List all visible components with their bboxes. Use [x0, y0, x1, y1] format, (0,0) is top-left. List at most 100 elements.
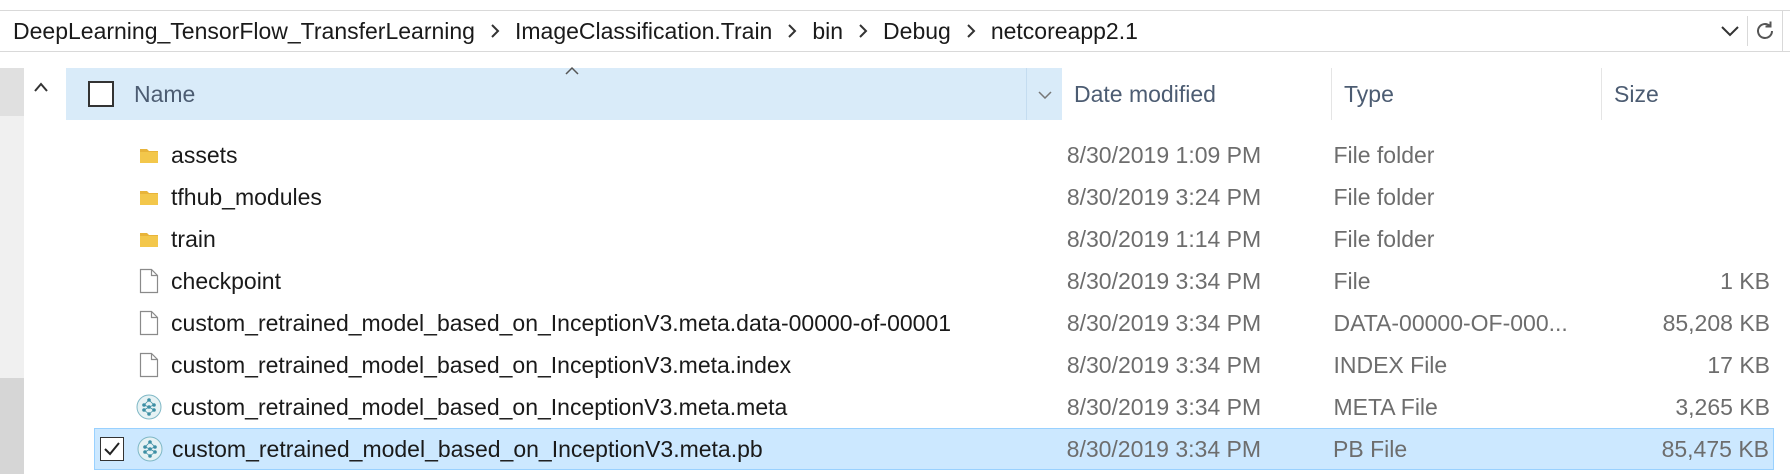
breadcrumb-separator[interactable] — [843, 11, 883, 51]
row-checkbox-slot[interactable] — [94, 176, 128, 218]
chevron-right-icon — [859, 24, 868, 38]
breadcrumb-separator[interactable] — [772, 11, 812, 51]
file-size: 17 KB — [1707, 351, 1770, 378]
file-date: 8/30/2019 3:34 PM — [1066, 267, 1262, 294]
file-name: checkpoint — [171, 267, 281, 294]
row-checkbox-slot[interactable] — [94, 260, 128, 302]
breadcrumb: DeepLearning_TensorFlow_TransferLearning… — [0, 11, 1713, 51]
file-row[interactable]: tfhub_modules 8/30/2019 3:24 PM File folde… — [94, 176, 1774, 218]
file-type: File folder — [1333, 225, 1435, 252]
file-icon — [140, 268, 159, 294]
row-checkbox-slot[interactable] — [94, 344, 128, 386]
collapse-button[interactable] — [28, 74, 54, 100]
file-type: DATA-00000-OF-000... — [1333, 309, 1568, 336]
file-name: custom_retrained_model_based_on_Inceptio… — [171, 435, 763, 462]
file-row[interactable]: assets 8/30/2019 1:09 PM File folder — [94, 134, 1774, 176]
column-header-date[interactable]: Date modified — [1062, 68, 1332, 120]
column-header-row: Name Date modified Type Size — [66, 66, 1778, 120]
file-date: 8/30/2019 1:09 PM — [1066, 141, 1262, 168]
search-box-edge[interactable] — [1782, 10, 1790, 52]
netron-icon — [137, 436, 163, 462]
file-name: custom_retrained_model_based_on_Inceptio… — [171, 351, 792, 378]
file-name: assets — [171, 141, 238, 168]
row-checkbox[interactable] — [99, 437, 124, 461]
file-type: File folder — [1333, 183, 1435, 210]
chevron-up-icon — [34, 82, 48, 92]
file-size: 1 KB — [1720, 267, 1770, 294]
file-type: File folder — [1333, 141, 1435, 168]
breadcrumb-item[interactable]: Debug — [883, 18, 951, 45]
chevron-down-icon — [1721, 26, 1739, 37]
column-size-label: Size — [1614, 80, 1659, 107]
row-icon — [128, 302, 171, 344]
file-type: PB File — [1333, 435, 1408, 462]
file-row[interactable]: custom_retrained_model_based_on_Inceptio… — [94, 302, 1774, 344]
breadcrumb-item[interactable]: DeepLearning_TensorFlow_TransferLearning — [13, 18, 475, 45]
file-name: custom_retrained_model_based_on_Inceptio… — [171, 393, 788, 420]
name-filter-dropdown[interactable] — [1026, 68, 1062, 120]
checkmark-icon — [104, 442, 120, 456]
row-icon — [128, 176, 171, 218]
column-type-label: Type — [1344, 80, 1394, 107]
folder-icon — [140, 191, 159, 205]
row-checkbox-slot[interactable] — [94, 218, 128, 260]
row-icon — [128, 134, 171, 176]
column-name-label: Name — [134, 80, 196, 107]
column-header-type[interactable]: Type — [1332, 68, 1602, 120]
file-size: 85,475 KB — [1661, 435, 1769, 462]
breadcrumb-separator[interactable] — [475, 11, 515, 51]
file-name: train — [171, 225, 216, 252]
folder-icon — [140, 233, 159, 247]
row-checkbox-slot[interactable] — [95, 429, 129, 469]
scrollbar-top — [0, 68, 24, 116]
file-size: 85,208 KB — [1662, 309, 1770, 336]
sort-ascending-icon — [565, 66, 579, 75]
breadcrumb-item[interactable]: bin — [812, 18, 843, 45]
breadcrumb-separator[interactable] — [951, 11, 991, 51]
scrollbar-thumb[interactable] — [0, 378, 24, 474]
refresh-button[interactable] — [1748, 11, 1782, 51]
row-icon — [128, 344, 171, 386]
chevron-right-icon — [491, 24, 500, 38]
file-row[interactable]: custom_retrained_model_based_on_Inceptio… — [94, 344, 1774, 386]
file-date: 8/30/2019 1:14 PM — [1066, 225, 1262, 252]
folder-icon — [140, 149, 159, 163]
row-icon — [128, 218, 171, 260]
navigation-pane-scrollbar[interactable] — [0, 68, 24, 474]
file-size: 3,265 KB — [1675, 393, 1770, 420]
chevron-down-icon — [1037, 90, 1052, 99]
file-name: tfhub_modules — [171, 183, 322, 210]
select-all-checkbox[interactable] — [88, 81, 114, 107]
column-header-name[interactable]: Name — [66, 66, 1062, 120]
row-checkbox-slot[interactable] — [94, 134, 128, 176]
file-row[interactable]: train 8/30/2019 1:14 PM File folder — [94, 218, 1774, 260]
file-date: 8/30/2019 3:34 PM — [1066, 435, 1262, 462]
row-checkbox-slot[interactable] — [94, 302, 128, 344]
column-header-size[interactable]: Size — [1602, 68, 1778, 120]
chevron-right-icon — [967, 24, 976, 38]
row-icon — [129, 429, 172, 469]
file-date: 8/30/2019 3:34 PM — [1066, 309, 1262, 336]
column-date-label: Date modified — [1074, 80, 1216, 107]
breadcrumb-item[interactable]: ImageClassification.Train — [515, 18, 772, 45]
row-checkbox-slot[interactable] — [94, 386, 128, 428]
file-icon — [140, 310, 159, 336]
file-name: custom_retrained_model_based_on_Inceptio… — [171, 309, 952, 336]
file-row[interactable]: checkpoint 8/30/2019 3:34 PM File 1 KB — [94, 260, 1774, 302]
row-icon — [128, 260, 171, 302]
breadcrumb-item[interactable]: netcoreapp2.1 — [991, 18, 1138, 45]
chevron-right-icon — [788, 24, 797, 38]
file-date: 8/30/2019 3:34 PM — [1066, 351, 1262, 378]
file-row[interactable]: custom_retrained_model_based_on_Inceptio… — [94, 386, 1774, 428]
file-icon — [140, 352, 159, 378]
refresh-icon — [1757, 21, 1773, 39]
address-bar[interactable]: DeepLearning_TensorFlow_TransferLearning… — [0, 10, 1790, 52]
netron-icon — [136, 394, 162, 420]
row-icon — [128, 386, 171, 428]
address-dropdown-button[interactable] — [1713, 11, 1747, 51]
file-date: 8/30/2019 3:34 PM — [1066, 393, 1262, 420]
file-type: META File — [1333, 393, 1438, 420]
file-date: 8/30/2019 3:24 PM — [1066, 183, 1262, 210]
file-row[interactable]: custom_retrained_model_based_on_Inceptio… — [94, 428, 1774, 470]
file-type: File — [1333, 267, 1371, 294]
